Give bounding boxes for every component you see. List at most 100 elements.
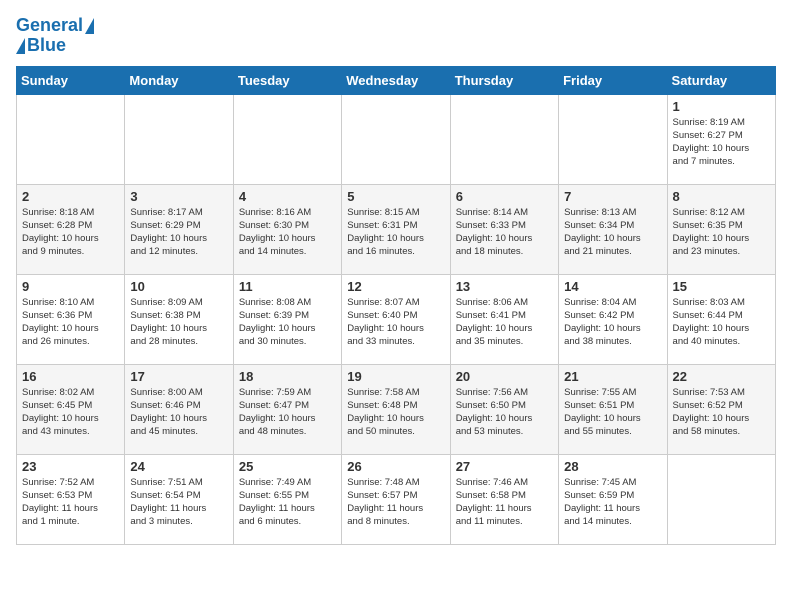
- day-info: Sunrise: 7:53 AM Sunset: 6:52 PM Dayligh…: [673, 386, 770, 439]
- calendar-week-row: 16 Sunrise: 8:02 AM Sunset: 6:45 PM Dayli…: [17, 364, 776, 454]
- day-number: 24: [130, 459, 227, 474]
- day-info: Sunrise: 7:49 AM Sunset: 6:55 PM Dayligh…: [239, 476, 336, 529]
- day-number: 9: [22, 279, 119, 294]
- day-info: Sunrise: 8:02 AM Sunset: 6:45 PM Dayligh…: [22, 386, 119, 439]
- day-info: Sunrise: 8:00 AM Sunset: 6:46 PM Dayligh…: [130, 386, 227, 439]
- calendar-cell: [450, 94, 558, 184]
- day-info: Sunrise: 8:18 AM Sunset: 6:28 PM Dayligh…: [22, 206, 119, 259]
- calendar-cell: 26Sunrise: 7:48 AM Sunset: 6:57 PM Dayli…: [342, 454, 450, 544]
- calendar-body: 1 Sunrise: 8:19 AM Sunset: 6:27 PM Daylig…: [17, 94, 776, 544]
- day-number: 20: [456, 369, 553, 384]
- calendar-cell: 21 Sunrise: 7:55 AM Sunset: 6:51 PM Dayli…: [559, 364, 667, 454]
- calendar-cell: 22Sunrise: 7:53 AM Sunset: 6:52 PM Dayli…: [667, 364, 775, 454]
- logo: General Blue: [16, 16, 94, 56]
- calendar-day-header: Thursday: [450, 66, 558, 94]
- calendar-day-header: Wednesday: [342, 66, 450, 94]
- calendar-cell: 23 Sunrise: 7:52 AM Sunset: 6:53 PM Dayli…: [17, 454, 125, 544]
- calendar-day-header: Tuesday: [233, 66, 341, 94]
- calendar-table: SundayMondayTuesdayWednesdayThursdayFrid…: [16, 66, 776, 545]
- calendar-cell: [17, 94, 125, 184]
- day-number: 15: [673, 279, 770, 294]
- calendar-cell: 25 Sunrise: 7:49 AM Sunset: 6:55 PM Dayli…: [233, 454, 341, 544]
- calendar-cell: 18 Sunrise: 7:59 AM Sunset: 6:47 PM Dayli…: [233, 364, 341, 454]
- calendar-cell: 14 Sunrise: 8:04 AM Sunset: 6:42 PM Dayli…: [559, 274, 667, 364]
- day-number: 25: [239, 459, 336, 474]
- day-number: 14: [564, 279, 661, 294]
- day-info: Sunrise: 8:12 AM Sunset: 6:35 PM Dayligh…: [673, 206, 770, 259]
- calendar-cell: 5Sunrise: 8:15 AM Sunset: 6:31 PM Daylig…: [342, 184, 450, 274]
- calendar-cell: 20 Sunrise: 7:56 AM Sunset: 6:50 PM Dayli…: [450, 364, 558, 454]
- day-info: Sunrise: 7:58 AM Sunset: 6:48 PM Dayligh…: [347, 386, 444, 439]
- calendar-day-header: Friday: [559, 66, 667, 94]
- calendar-week-row: 2 Sunrise: 8:18 AM Sunset: 6:28 PM Daylig…: [17, 184, 776, 274]
- calendar-day-header: Saturday: [667, 66, 775, 94]
- day-number: 28: [564, 459, 661, 474]
- calendar-cell: 3 Sunrise: 8:17 AM Sunset: 6:29 PM Daylig…: [125, 184, 233, 274]
- calendar-cell: 7 Sunrise: 8:13 AM Sunset: 6:34 PM Daylig…: [559, 184, 667, 274]
- calendar-day-header: Sunday: [17, 66, 125, 94]
- calendar-header-row: SundayMondayTuesdayWednesdayThursdayFrid…: [17, 66, 776, 94]
- day-info: Sunrise: 8:08 AM Sunset: 6:39 PM Dayligh…: [239, 296, 336, 349]
- calendar-cell: 2 Sunrise: 8:18 AM Sunset: 6:28 PM Daylig…: [17, 184, 125, 274]
- calendar-week-row: 9 Sunrise: 8:10 AM Sunset: 6:36 PM Daylig…: [17, 274, 776, 364]
- calendar-cell: 12 Sunrise: 8:07 AM Sunset: 6:40 PM Dayli…: [342, 274, 450, 364]
- day-number: 13: [456, 279, 553, 294]
- day-number: 11: [239, 279, 336, 294]
- day-number: 17: [130, 369, 227, 384]
- page-header: General Blue: [16, 16, 776, 56]
- day-info: Sunrise: 7:52 AM Sunset: 6:53 PM Dayligh…: [22, 476, 119, 529]
- day-info: Sunrise: 7:48 AM Sunset: 6:57 PM Dayligh…: [347, 476, 444, 529]
- day-number: 3: [130, 189, 227, 204]
- calendar-week-row: 23 Sunrise: 7:52 AM Sunset: 6:53 PM Dayli…: [17, 454, 776, 544]
- day-info: Sunrise: 7:46 AM Sunset: 6:58 PM Dayligh…: [456, 476, 553, 529]
- calendar-cell: 24 Sunrise: 7:51 AM Sunset: 6:54 PM Dayli…: [125, 454, 233, 544]
- calendar-cell: [559, 94, 667, 184]
- day-info: Sunrise: 8:17 AM Sunset: 6:29 PM Dayligh…: [130, 206, 227, 259]
- day-info: Sunrise: 8:14 AM Sunset: 6:33 PM Dayligh…: [456, 206, 553, 259]
- day-info: Sunrise: 8:04 AM Sunset: 6:42 PM Dayligh…: [564, 296, 661, 349]
- day-number: 21: [564, 369, 661, 384]
- day-info: Sunrise: 8:07 AM Sunset: 6:40 PM Dayligh…: [347, 296, 444, 349]
- day-info: Sunrise: 7:45 AM Sunset: 6:59 PM Dayligh…: [564, 476, 661, 529]
- day-info: Sunrise: 8:09 AM Sunset: 6:38 PM Dayligh…: [130, 296, 227, 349]
- day-number: 23: [22, 459, 119, 474]
- calendar-cell: 10 Sunrise: 8:09 AM Sunset: 6:38 PM Dayli…: [125, 274, 233, 364]
- day-info: Sunrise: 8:13 AM Sunset: 6:34 PM Dayligh…: [564, 206, 661, 259]
- day-number: 1: [673, 99, 770, 114]
- calendar-cell: 17 Sunrise: 8:00 AM Sunset: 6:46 PM Dayli…: [125, 364, 233, 454]
- day-info: Sunrise: 7:55 AM Sunset: 6:51 PM Dayligh…: [564, 386, 661, 439]
- calendar-week-row: 1 Sunrise: 8:19 AM Sunset: 6:27 PM Daylig…: [17, 94, 776, 184]
- calendar-cell: 6Sunrise: 8:14 AM Sunset: 6:33 PM Daylig…: [450, 184, 558, 274]
- day-number: 18: [239, 369, 336, 384]
- day-info: Sunrise: 7:51 AM Sunset: 6:54 PM Dayligh…: [130, 476, 227, 529]
- calendar-cell: [342, 94, 450, 184]
- calendar-cell: 19Sunrise: 7:58 AM Sunset: 6:48 PM Dayli…: [342, 364, 450, 454]
- logo-blue: Blue: [27, 36, 66, 56]
- day-number: 7: [564, 189, 661, 204]
- day-number: 4: [239, 189, 336, 204]
- calendar-cell: 1 Sunrise: 8:19 AM Sunset: 6:27 PM Daylig…: [667, 94, 775, 184]
- calendar-cell: 28 Sunrise: 7:45 AM Sunset: 6:59 PM Dayli…: [559, 454, 667, 544]
- day-info: Sunrise: 8:19 AM Sunset: 6:27 PM Dayligh…: [673, 116, 770, 169]
- calendar-cell: 4Sunrise: 8:16 AM Sunset: 6:30 PM Daylig…: [233, 184, 341, 274]
- day-info: Sunrise: 8:10 AM Sunset: 6:36 PM Dayligh…: [22, 296, 119, 349]
- calendar-day-header: Monday: [125, 66, 233, 94]
- calendar-cell: 13 Sunrise: 8:06 AM Sunset: 6:41 PM Dayli…: [450, 274, 558, 364]
- calendar-cell: 11 Sunrise: 8:08 AM Sunset: 6:39 PM Dayli…: [233, 274, 341, 364]
- day-number: 2: [22, 189, 119, 204]
- day-number: 27: [456, 459, 553, 474]
- calendar-cell: 15 Sunrise: 8:03 AM Sunset: 6:44 PM Dayli…: [667, 274, 775, 364]
- day-info: Sunrise: 7:56 AM Sunset: 6:50 PM Dayligh…: [456, 386, 553, 439]
- day-number: 12: [347, 279, 444, 294]
- calendar-cell: [667, 454, 775, 544]
- day-number: 16: [22, 369, 119, 384]
- day-number: 10: [130, 279, 227, 294]
- day-info: Sunrise: 8:06 AM Sunset: 6:41 PM Dayligh…: [456, 296, 553, 349]
- logo-general: General: [16, 16, 83, 36]
- calendar-cell: 16 Sunrise: 8:02 AM Sunset: 6:45 PM Dayli…: [17, 364, 125, 454]
- calendar-cell: 8 Sunrise: 8:12 AM Sunset: 6:35 PM Daylig…: [667, 184, 775, 274]
- day-info: Sunrise: 7:59 AM Sunset: 6:47 PM Dayligh…: [239, 386, 336, 439]
- day-info: Sunrise: 8:03 AM Sunset: 6:44 PM Dayligh…: [673, 296, 770, 349]
- calendar-cell: 27 Sunrise: 7:46 AM Sunset: 6:58 PM Dayli…: [450, 454, 558, 544]
- day-number: 8: [673, 189, 770, 204]
